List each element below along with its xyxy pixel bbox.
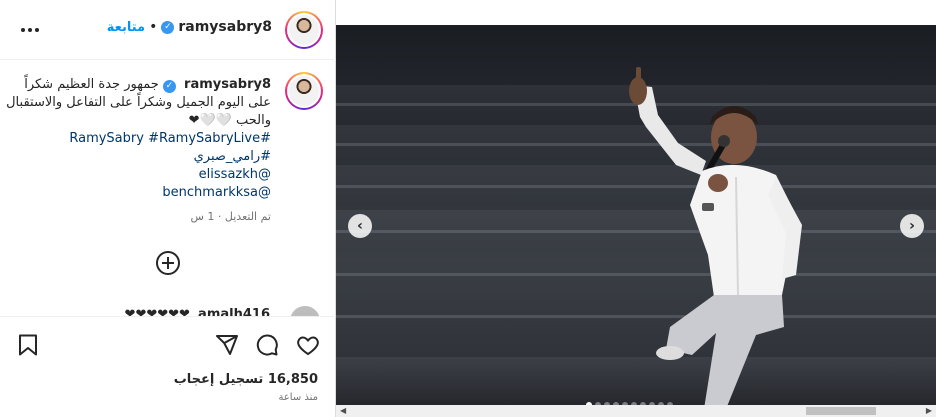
caption-avatar[interactable] bbox=[285, 72, 323, 110]
header-avatar[interactable] bbox=[285, 11, 323, 49]
edited-timestamp: تم التعديل · 1 س bbox=[190, 210, 271, 223]
scrollbar-thumb[interactable] bbox=[806, 407, 876, 415]
heart-icon[interactable] bbox=[296, 333, 320, 357]
verified-badge-icon: ✓ bbox=[162, 80, 176, 93]
caption-first-line: ramysabry8 ✓ جمهور جدة العظيم شكراً bbox=[9, 76, 271, 94]
previous-image-button[interactable]: ‹ bbox=[348, 214, 372, 238]
hashtag-link[interactable]: #رامي_صبري bbox=[9, 148, 271, 166]
comment-item: amalh416 ❤❤❤❤❤❤ bbox=[0, 300, 336, 316]
load-more-comments-plus-icon[interactable] bbox=[156, 251, 180, 275]
performer-figure bbox=[629, 67, 802, 417]
scroll-right-icon[interactable]: ▶ bbox=[926, 406, 932, 415]
comment-body: ❤❤❤❤❤❤ bbox=[124, 307, 190, 316]
share-icon[interactable] bbox=[215, 333, 239, 357]
commenter-username[interactable]: amalh416 bbox=[198, 307, 270, 316]
bookmark-icon[interactable] bbox=[16, 333, 40, 357]
post-time[interactable]: منذ ساعة bbox=[278, 392, 318, 403]
mention-link[interactable]: @elissazkh bbox=[9, 166, 271, 184]
commenter-avatar[interactable] bbox=[290, 306, 320, 316]
comment-icon[interactable] bbox=[255, 333, 279, 357]
next-image-button[interactable]: › bbox=[900, 214, 924, 238]
more-options-icon[interactable] bbox=[18, 20, 42, 40]
likes-count[interactable]: 16,850 تسجيل إعجاب bbox=[174, 372, 318, 387]
caption-username[interactable]: ramysabry8 bbox=[184, 77, 271, 92]
hashtag-link[interactable]: #RamySabry #RamySabryLive bbox=[9, 130, 271, 148]
likes-number: 16,850 bbox=[267, 372, 318, 387]
mention-link[interactable]: @benchmarkksa bbox=[9, 184, 271, 202]
likes-label: تسجيل إعجاب bbox=[173, 372, 264, 387]
action-bar: 16,850 تسجيل إعجاب منذ ساعة bbox=[0, 316, 336, 417]
verified-badge-icon: ✓ bbox=[161, 20, 175, 34]
post-side-panel: ramysabry8 ✓ • متابعة ramysabry8 ✓ جمهور… bbox=[0, 0, 336, 417]
follow-button[interactable]: متابعة bbox=[107, 20, 145, 35]
post-caption: ramysabry8 ✓ جمهور جدة العظيم شكراً على … bbox=[6, 76, 271, 226]
header-username[interactable]: ramysabry8 bbox=[178, 19, 272, 35]
separator-dot: • bbox=[149, 19, 158, 35]
caption-text-line3: والحب 🤍🤍❤ bbox=[188, 113, 271, 128]
caption-text-line2: على اليوم الجميل وشكراً على التفاعل والا… bbox=[6, 95, 271, 110]
header-user: ramysabry8 ✓ • متابعة bbox=[107, 19, 272, 35]
post-header: ramysabry8 ✓ • متابعة bbox=[0, 0, 336, 60]
scroll-left-icon[interactable]: ◀ bbox=[340, 406, 346, 415]
caption-text-line1: جمهور جدة العظيم شكراً bbox=[24, 77, 159, 92]
comment-text: amalh416 ❤❤❤❤❤❤ bbox=[125, 307, 270, 316]
post-image[interactable]: ‹ › bbox=[336, 25, 936, 417]
horizontal-scrollbar[interactable]: ◀ ▶ bbox=[336, 405, 936, 417]
